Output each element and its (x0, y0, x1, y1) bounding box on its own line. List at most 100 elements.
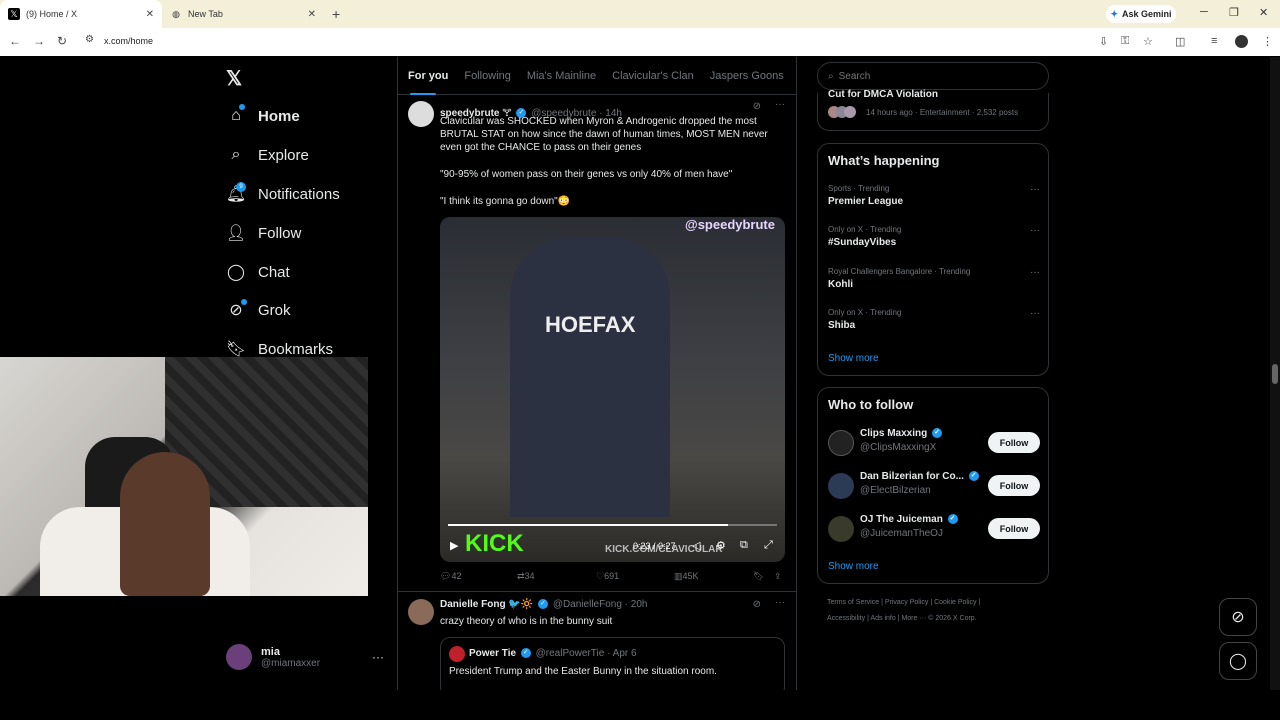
sidebar-item-label: Chat (258, 263, 290, 281)
trend-item[interactable]: Only on X · Trending Shiba ··· (828, 308, 1040, 331)
sidebar-item-grok[interactable]: ⊘ Grok (226, 300, 290, 320)
footer-links[interactable]: Terms of Service | Privacy Policy | Cook… (827, 599, 980, 606)
more-icon[interactable]: ··· (775, 99, 785, 110)
follow-suggestion[interactable]: Dan Bilzerian for Co... ✓ @ElectBilzeria… (828, 471, 1040, 501)
author-handle[interactable]: @DanielleFong · 20h (553, 599, 648, 610)
bottom-strip (0, 690, 1280, 720)
more-icon[interactable]: ··· (1030, 308, 1040, 319)
url-field[interactable]: x.com/home (104, 36, 153, 46)
tab-mias-mainline[interactable]: Mia's Mainline (527, 70, 596, 82)
restore-icon[interactable]: ❐ (1229, 6, 1239, 19)
post-actions: 💬︎ 42 ⇄ 34 ♡ 691 ▥ 45K 🔖︎ ⇪ (440, 571, 785, 585)
video-player[interactable]: HOEFAX @speedybrute ▶ KICK KICK.COM/CLAV… (440, 217, 785, 562)
more-icon[interactable]: ··· (1030, 267, 1040, 278)
profile-icon[interactable] (1235, 35, 1248, 48)
grok-icon[interactable]: ⊘ (753, 599, 761, 610)
volume-icon[interactable]: ◁ (692, 539, 700, 552)
post-text: "90-95% of women pass on their genes vs … (440, 169, 733, 180)
reply-button[interactable]: 💬︎ 42 (440, 571, 461, 582)
scrollbar-thumb[interactable] (1272, 364, 1278, 384)
reload-icon[interactable]: ↻ (57, 34, 67, 48)
chat-icon: ◯ (227, 264, 245, 281)
settings-icon[interactable]: ⚙ (716, 539, 726, 552)
tab-following[interactable]: Following (464, 70, 510, 82)
tab-jaspers-goons[interactable]: Jaspers Goons (710, 70, 784, 82)
star-icon[interactable]: ☆ (1143, 35, 1153, 48)
trend-topic: #SundayVibes (828, 237, 897, 248)
forward-icon[interactable]: → (33, 34, 45, 48)
more-icon[interactable]: ··· (372, 650, 384, 664)
sidebar-item-home[interactable]: ⌂ Home (226, 106, 300, 126)
post[interactable]: speedybrute 🝖 ✓ @speedybrute · 14h ⊘ ···… (398, 95, 796, 592)
more-icon[interactable]: ··· (1030, 225, 1040, 236)
key-icon[interactable]: ⚿ (1121, 35, 1129, 48)
follow-suggestion[interactable]: Clips Maxxing ✓ @ClipsMaxxingX Follow (828, 428, 1040, 458)
pip-icon[interactable]: ⧉ (740, 539, 748, 552)
grok-fab-button[interactable]: ⊘ (1219, 598, 1257, 636)
trend-item[interactable]: Sports · Trending Premier League ··· (828, 184, 1040, 207)
views-button[interactable]: ▥ 45K (674, 571, 699, 582)
sidebar-item-chat[interactable]: ◯ Chat (226, 262, 290, 282)
show-more-link[interactable]: Show more (828, 561, 879, 572)
follow-suggestion[interactable]: OJ The Juiceman ✓ @JuicemanTheOJ Follow (828, 514, 1040, 544)
account-handle: @ElectBilzerian (860, 485, 931, 496)
more-icon[interactable]: ··· (1030, 184, 1040, 195)
new-tab-icon[interactable]: + (332, 6, 340, 22)
post-text: "I think its gonna go down"😳 (440, 196, 571, 207)
tab-for-you[interactable]: For you (408, 70, 448, 82)
account-switcher[interactable]: mia @miamaxxer ··· (226, 644, 384, 670)
back-icon[interactable]: ← (9, 34, 21, 48)
post[interactable]: Danielle Fong 🐦🔆 ✓ @DanielleFong · 20h ⊘… (398, 593, 796, 690)
ask-gemini-button[interactable]: ✦ Ask Gemini (1106, 5, 1176, 23)
account-handle: @JuicemanTheOJ (860, 528, 943, 539)
news-card[interactable]: Cut for DMCA Violation 14 hours ago · En… (817, 89, 1049, 131)
section-title: Who to follow (828, 397, 914, 412)
window-close-icon[interactable]: ✕ (1259, 6, 1268, 19)
minimize-icon[interactable]: ─ (1200, 6, 1208, 18)
media-icon[interactable]: ≡ (1211, 35, 1217, 47)
follow-button[interactable]: Follow (988, 475, 1040, 496)
bookmark-icon[interactable]: 🔖︎ (753, 571, 764, 582)
footer-links[interactable]: Accessibility | Ads info | More ··· © 20… (827, 615, 977, 622)
sidebar-icon[interactable]: ◫ (1175, 35, 1185, 48)
sidebar-item-follow[interactable]: 👤︎ Follow (226, 223, 302, 243)
x-logo-icon[interactable]: 𝕏 (226, 66, 242, 91)
chat-fab-button[interactable]: ◯ (1219, 642, 1257, 680)
quoted-post[interactable]: Power Tie ✓ @realPowerTie · Apr 6 Presid… (440, 637, 785, 690)
search-box[interactable]: ⌕ (817, 62, 1049, 90)
browser-tab-new[interactable]: ◍ New Tab ✕ (162, 0, 324, 28)
tab-clavicular-clan[interactable]: Clavicular's Clan (612, 70, 694, 82)
video-progress[interactable] (448, 524, 777, 526)
menu-icon[interactable]: ⋮ (1262, 35, 1273, 48)
x-logo-icon: 𝕏 (8, 8, 20, 20)
trend-topic: Kohli (828, 279, 853, 290)
author-name[interactable]: Danielle Fong (440, 599, 506, 610)
address-bar (0, 28, 1280, 56)
trend-item[interactable]: Only on X · Trending #SundayVibes ··· (828, 225, 1040, 248)
browser-tab-home[interactable]: 𝕏 (9) Home / X ✕ (0, 0, 162, 28)
repost-button[interactable]: ⇄ 34 (517, 571, 535, 582)
quote-author-handle: @realPowerTie · Apr 6 (535, 648, 637, 659)
grok-icon[interactable]: ⊘ (753, 101, 761, 112)
share-icon[interactable]: ⇪ (774, 571, 782, 582)
site-info-icon[interactable]: ⚙ (85, 34, 94, 45)
like-button[interactable]: ♡ 691 (596, 571, 619, 582)
close-icon[interactable]: ✕ (146, 9, 154, 20)
sidebar-item-bookmarks[interactable]: 🔖︎ Bookmarks (226, 339, 333, 359)
fullscreen-icon[interactable]: ⤢ (764, 539, 773, 552)
show-more-link[interactable]: Show more (828, 353, 879, 364)
avatar[interactable] (408, 101, 434, 127)
install-icon[interactable]: ⇩ (1099, 35, 1108, 48)
sidebar-item-explore[interactable]: ⌕ Explore (226, 145, 309, 165)
trend-item[interactable]: Royal Challengers Bangalore · Trending K… (828, 267, 1040, 290)
browser-tab-bar: 𝕏 (9) Home / X ✕ ◍ New Tab ✕ + (0, 0, 1280, 28)
follow-button[interactable]: Follow (988, 432, 1040, 453)
view-count: 45K (682, 571, 699, 581)
search-input[interactable] (838, 70, 1029, 82)
reply-count: 42 (451, 571, 462, 581)
avatar[interactable] (408, 599, 434, 625)
more-icon[interactable]: ··· (775, 597, 785, 608)
follow-button[interactable]: Follow (988, 518, 1040, 539)
close-icon[interactable]: ✕ (308, 9, 316, 20)
play-icon[interactable]: ▶ (450, 539, 458, 552)
